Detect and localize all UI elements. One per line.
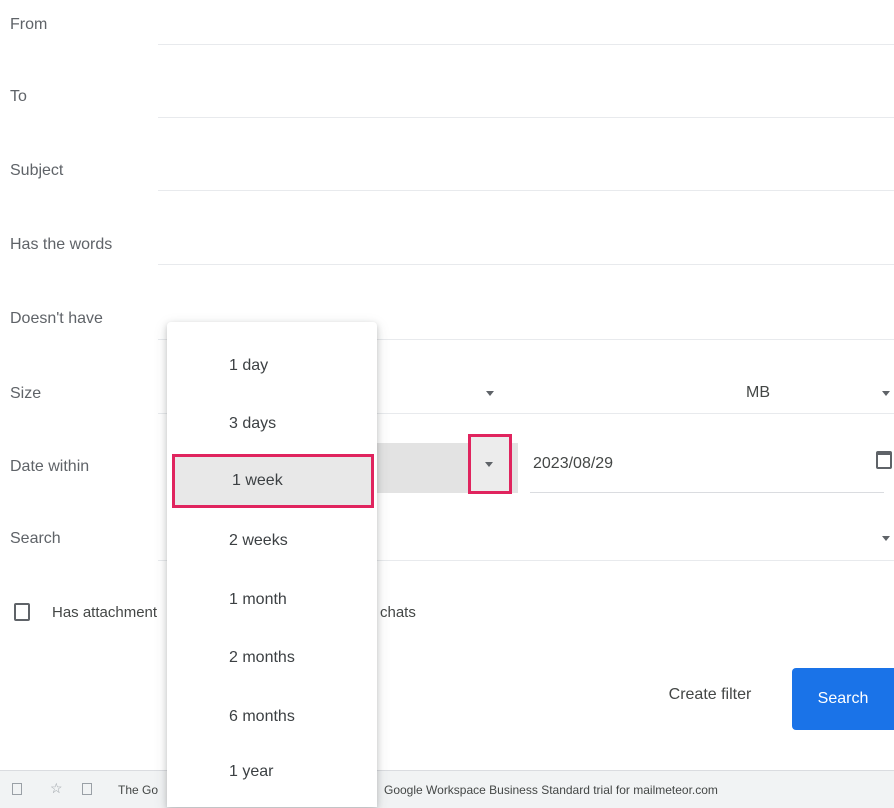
dropdown-option[interactable]: 2 weeks (167, 521, 377, 561)
dropdown-option-selected[interactable]: 1 week (172, 454, 374, 508)
important-icon[interactable] (82, 783, 92, 795)
date-within-dropdown-menu: 1 day 3 days 1 week 2 weeks 1 month 2 mo… (167, 322, 377, 807)
date-within-dropdown-button[interactable] (468, 434, 512, 494)
chats-label: chats (380, 604, 416, 621)
email-list-row[interactable]: ☆ The Go Google Workspace Business Stand… (0, 770, 894, 808)
date-within-label: Date within (10, 458, 90, 475)
has-words-label: Has the words (10, 236, 113, 253)
date-input[interactable]: 2023/08/29 (533, 455, 613, 473)
to-field[interactable] (158, 117, 894, 118)
subject-label: Subject (10, 162, 64, 179)
search-button[interactable]: Search (792, 668, 894, 730)
calendar-icon[interactable] (876, 451, 892, 469)
doesnt-have-label: Doesn't have (10, 310, 103, 327)
star-icon[interactable]: ☆ (50, 780, 63, 797)
has-attachment-label: Has attachment (52, 604, 158, 621)
email-subject: Google Workspace Business Standard trial… (384, 783, 718, 797)
from-label: From (10, 16, 48, 33)
create-filter-button[interactable]: Create filter (640, 670, 780, 720)
size-operator-chevron-down-icon[interactable] (486, 391, 494, 396)
subject-field[interactable] (158, 190, 894, 191)
has-attachment-checkbox[interactable] (14, 603, 30, 621)
size-unit-chevron-down-icon[interactable] (882, 391, 890, 396)
dropdown-option[interactable]: 1 year (167, 752, 377, 792)
dropdown-option[interactable]: 1 day (167, 346, 377, 386)
search-scope-chevron-down-icon[interactable] (882, 536, 890, 541)
date-input-underline (530, 492, 884, 493)
to-label: To (10, 88, 27, 105)
size-label: Size (10, 385, 42, 402)
dropdown-option[interactable]: 6 months (167, 697, 377, 737)
from-field[interactable] (158, 44, 894, 45)
has-words-field[interactable] (158, 264, 894, 265)
checkbox-icon[interactable] (12, 783, 22, 795)
dropdown-option[interactable]: 2 months (167, 638, 377, 678)
size-unit-select[interactable]: MB (746, 384, 770, 402)
dropdown-option[interactable]: 1 month (167, 580, 377, 620)
email-sender: The Go (118, 783, 159, 797)
chevron-down-icon (485, 462, 493, 467)
dropdown-option[interactable]: 3 days (167, 404, 377, 444)
search-scope-label: Search (10, 530, 61, 547)
